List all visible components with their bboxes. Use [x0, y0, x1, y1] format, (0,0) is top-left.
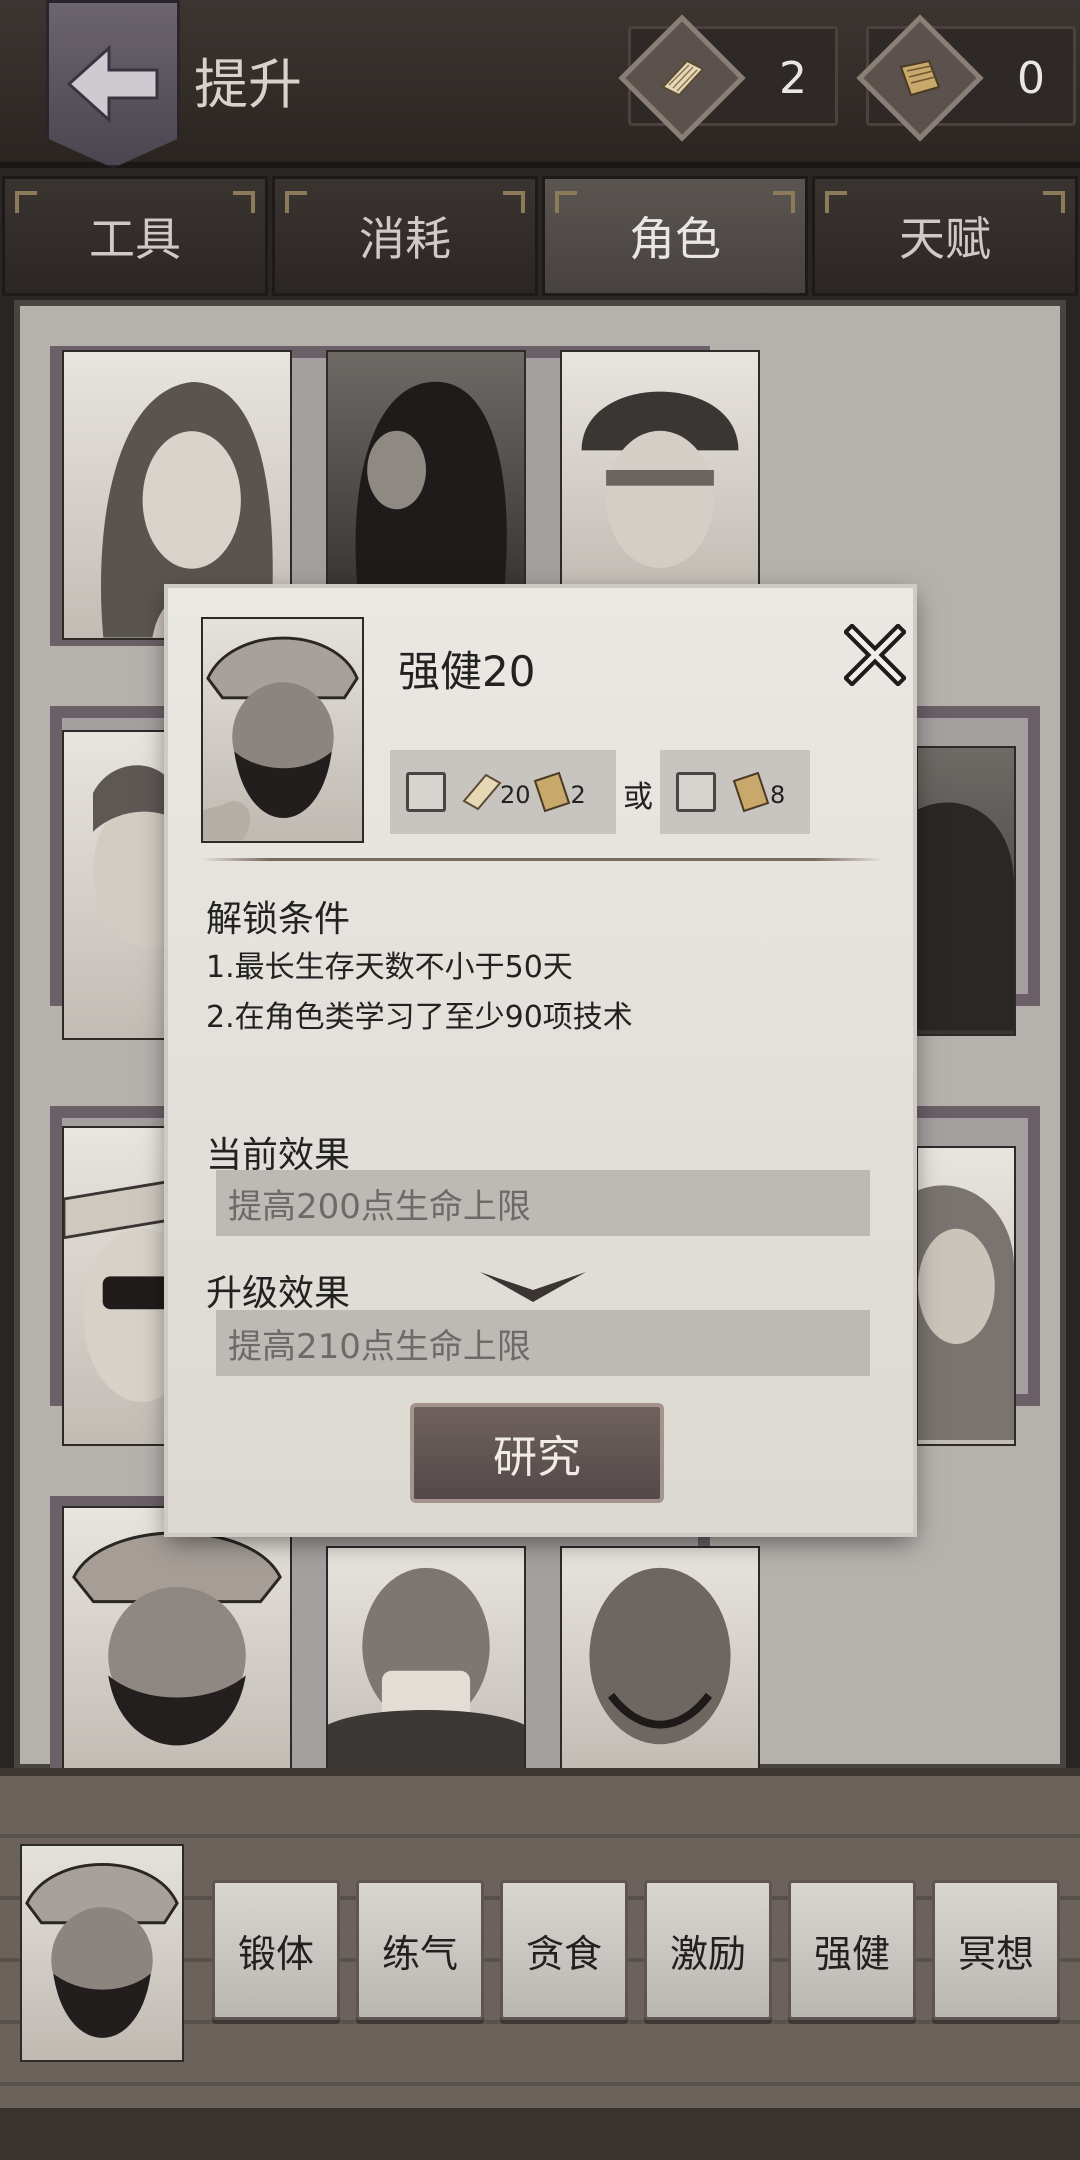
- character-portrait[interactable]: [62, 730, 182, 1040]
- unlock-condition: 2.在角色类学习了至少90项技术: [206, 1000, 633, 1035]
- research-button[interactable]: 研究: [410, 1403, 664, 1503]
- skill-button-qi-training[interactable]: 练气: [356, 1880, 484, 2020]
- paper-count: 2: [779, 53, 807, 104]
- tab-label: 角色: [629, 212, 721, 266]
- scroll-icon: [899, 59, 941, 97]
- skill-list: 锻体 练气 贪食 激励 强健 冥想: [212, 1880, 1060, 2020]
- cost-option-b: 8: [660, 750, 810, 834]
- character-portrait[interactable]: [560, 350, 760, 590]
- skill-button-meditation[interactable]: 冥想: [932, 1880, 1060, 2020]
- cowboy-portrait-icon: [64, 1178, 180, 1402]
- skull-mask-man-icon: [328, 1567, 524, 1769]
- beast-figure-icon: [918, 802, 1014, 1031]
- category-tabs: 工具 消耗 角色 天赋: [0, 176, 1080, 296]
- tab-label: 天赋: [899, 212, 991, 266]
- character-portrait[interactable]: [62, 1506, 292, 1771]
- paper-icon: [462, 773, 502, 811]
- chevron-down-icon: [480, 1272, 586, 1302]
- upgrade-effect-value: 提高210点生命上限: [216, 1310, 870, 1376]
- scroll-icon: [533, 771, 570, 813]
- scroll-cost: 8: [770, 781, 786, 809]
- tab-talent[interactable]: 天赋: [812, 176, 1078, 296]
- unlock-heading: 解锁条件: [206, 899, 351, 940]
- paper-icon: [661, 59, 705, 97]
- bottom-skill-bar: 锻体 练气 贪食 激励 强健 冥想: [0, 1768, 1080, 2160]
- bottom-strip: [0, 2108, 1080, 2160]
- locked-character-portrait[interactable]: [916, 746, 1016, 1036]
- pirate-portrait-icon: [203, 636, 359, 841]
- paper-cost: 20: [500, 781, 531, 809]
- tab-label: 工具: [89, 212, 181, 266]
- back-arrow-icon: [66, 44, 159, 124]
- scroll-currency: 0: [856, 14, 1076, 142]
- cost-option-a-checkbox[interactable]: [406, 772, 446, 812]
- skill-button-robust[interactable]: 强健: [788, 1880, 916, 2020]
- page-title: 提升: [194, 53, 302, 116]
- skill-detail-dialog: 强健20 20 2 或 8 解锁条件 1.最长生存天数不小于50天 2.在角色类…: [168, 588, 913, 1533]
- tab-consumables[interactable]: 消耗: [272, 176, 538, 296]
- man-portrait-icon: [93, 765, 180, 948]
- skill-title: 强健20: [398, 647, 536, 696]
- back-button[interactable]: [46, 0, 180, 168]
- hooded-figure-icon: [355, 381, 507, 588]
- hooded-man-icon: [918, 1185, 1014, 1440]
- skill-button-inspire[interactable]: 激励: [644, 1880, 772, 2020]
- paper-currency: 2: [618, 14, 838, 142]
- masked-woman-icon: [581, 391, 739, 568]
- close-button[interactable]: [844, 624, 906, 686]
- pirate-portrait-icon: [72, 1531, 282, 1746]
- top-bar: 提升 2 0: [0, 0, 1080, 168]
- brute-man-icon: [589, 1567, 731, 1745]
- skill-button-gluttony[interactable]: 贪食: [500, 1880, 628, 2020]
- tab-character[interactable]: 角色: [542, 176, 808, 296]
- upgrade-effect-heading: 升级效果: [206, 1273, 351, 1314]
- tab-label: 消耗: [359, 212, 451, 266]
- unlock-condition: 1.最长生存天数不小于50天: [206, 950, 573, 985]
- pirate-portrait-icon: [25, 1863, 179, 2038]
- character-portrait[interactable]: [916, 1146, 1016, 1446]
- character-portrait[interactable]: [560, 1546, 760, 1771]
- close-icon: [844, 624, 906, 686]
- current-effect-value: 提高200点生命上限: [216, 1170, 870, 1236]
- scroll-icon: [732, 771, 770, 813]
- character-portrait[interactable]: [62, 1126, 182, 1446]
- scroll-cost: 2: [570, 781, 586, 809]
- divider: [201, 858, 883, 861]
- selected-character-portrait[interactable]: [20, 1844, 184, 2062]
- character-portrait[interactable]: [326, 1546, 526, 1771]
- cost-option-a: 20 2: [390, 750, 616, 834]
- skill-button-tempering[interactable]: 锻体: [212, 1880, 340, 2020]
- cost-option-b-checkbox[interactable]: [676, 772, 716, 812]
- locked-character-portrait[interactable]: [326, 350, 526, 590]
- or-label: 或: [623, 780, 653, 815]
- skill-character-portrait: [201, 617, 364, 843]
- tab-tools[interactable]: 工具: [2, 176, 268, 296]
- scroll-count: 0: [1017, 53, 1045, 104]
